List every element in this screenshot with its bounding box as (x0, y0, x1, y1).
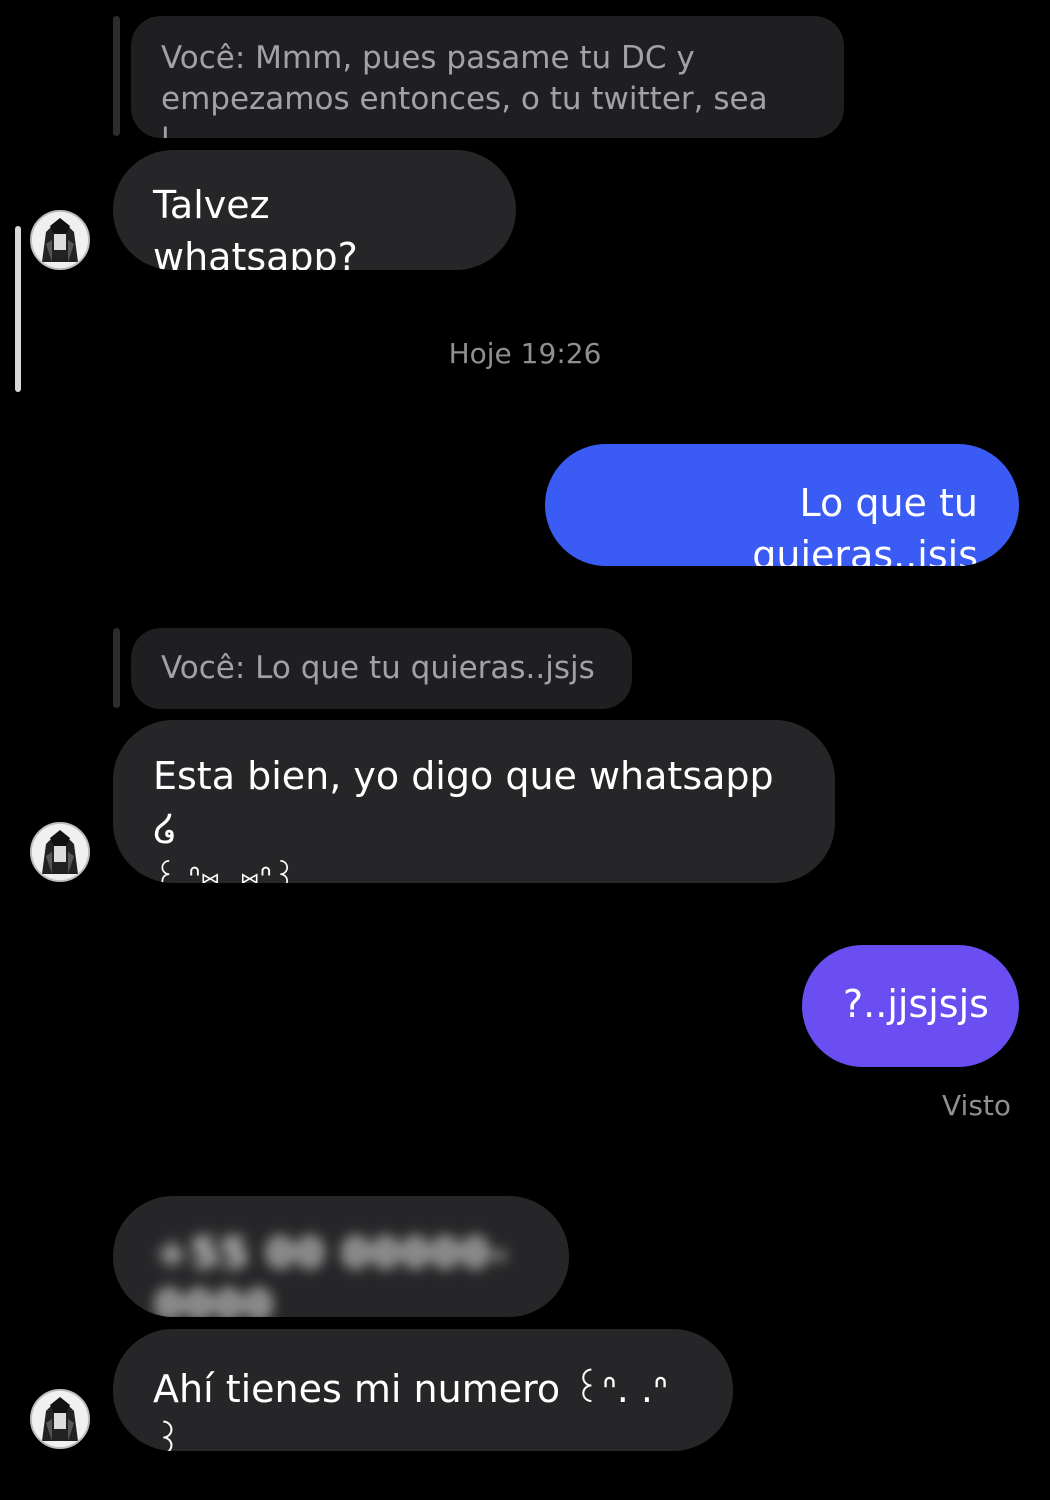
outgoing-message[interactable]: ?..jjsjsjs (802, 945, 1019, 1067)
reply-preview-text: Você: Lo que tu quieras..jsjs (161, 650, 595, 686)
contact-avatar-icon[interactable] (30, 822, 90, 882)
contact-avatar-icon[interactable] (30, 210, 90, 270)
incoming-message[interactable]: Esta bien, yo digo que whatsapp ໒ ꒰ ᐢ⑅ ̫… (113, 720, 835, 883)
message-text: Talvez whatsapp? (153, 183, 358, 270)
reply-preview[interactable]: Você: Mmm, pues pasame tu DC y empezamos… (131, 16, 844, 138)
reply-preview[interactable]: Você: Lo que tu quieras..jsjs (131, 628, 632, 709)
reply-indicator-bar (113, 16, 120, 136)
phone-number-blurred: +55 00 00000-0000 (155, 1231, 510, 1317)
reply-indicator-bar (113, 628, 120, 708)
incoming-message[interactable]: Ahí tienes mi numero ꒰ᐢ. .ᐢ꒱ (113, 1329, 733, 1451)
reply-preview-text: Você: Mmm, pues pasame tu DC y empezamos… (161, 40, 768, 138)
message-kaomoji: ꒰ ᐢ⑅ ̫ ⑅ᐢ꒱ (153, 858, 297, 883)
incoming-message[interactable]: +55 00 00000-0000 (113, 1196, 569, 1317)
seen-status: Visto (942, 1089, 1012, 1122)
outgoing-message[interactable]: Lo que tu quieras..jsjs (545, 444, 1019, 566)
message-text: Esta bien, yo digo que whatsapp ໒ (153, 754, 774, 850)
contact-avatar-icon[interactable] (30, 1389, 90, 1449)
message-text: ?..jjsjsjs (843, 982, 989, 1026)
timestamp: Hoje 19:26 (448, 337, 602, 370)
message-text: Ahí tienes mi numero ꒰ᐢ. .ᐢ꒱ (153, 1367, 668, 1451)
message-text: Lo que tu quieras..jsjs (752, 481, 978, 566)
incoming-message[interactable]: Talvez whatsapp? (113, 150, 516, 270)
